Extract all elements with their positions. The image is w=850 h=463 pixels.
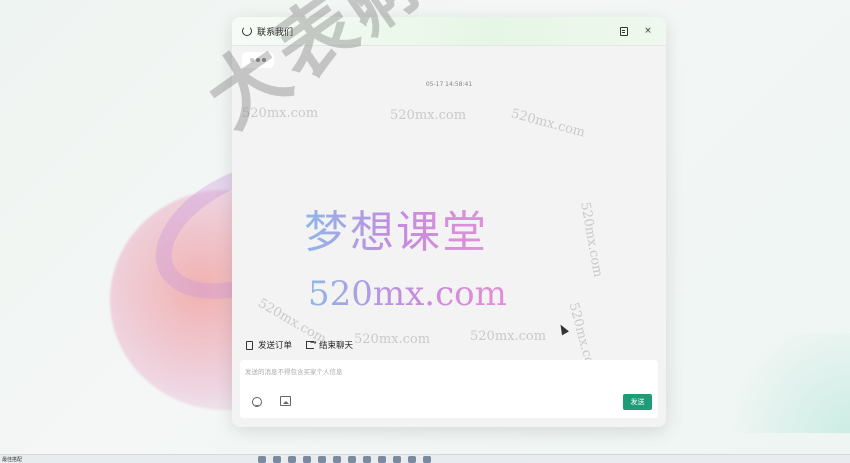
taskbar-app-icon[interactable]: [408, 456, 416, 463]
message-input-box: 发送: [240, 360, 658, 418]
taskbar-icons: [258, 456, 431, 463]
taskbar-app-icon[interactable]: [348, 456, 356, 463]
taskbar: 最佳搭配: [0, 454, 850, 463]
start-menu-icon[interactable]: [258, 456, 266, 463]
end-chat-label: 结束聊天: [319, 341, 354, 351]
taskbar-app-icon[interactable]: [393, 456, 401, 463]
background-corner-glow: [710, 333, 850, 433]
message-input[interactable]: [245, 365, 645, 379]
taskbar-app-icon[interactable]: [363, 456, 371, 463]
watermark-text: 520mx.com: [354, 332, 431, 347]
taskbar-app-icon[interactable]: [318, 456, 326, 463]
exit-icon: [306, 338, 317, 349]
image-upload-icon[interactable]: [280, 396, 291, 406]
document-icon: [246, 340, 253, 350]
taskbar-app-icon[interactable]: [273, 456, 281, 463]
taskbar-app-icon[interactable]: [333, 456, 341, 463]
brand-watermark-url: 520mx.com: [308, 274, 507, 314]
taskbar-app-icon[interactable]: [303, 456, 311, 463]
send-button[interactable]: 发送: [623, 394, 652, 410]
taskbar-app-icon[interactable]: [288, 456, 296, 463]
end-chat-button[interactable]: 结束聊天: [306, 338, 354, 351]
watermark-text: 520mx.com: [577, 201, 606, 279]
send-order-button[interactable]: 发送订单: [246, 339, 292, 351]
taskbar-label: 最佳搭配: [2, 456, 23, 463]
chat-toolbar: 发送订单 结束聊天: [232, 336, 353, 354]
send-order-label: 发送订单: [258, 341, 293, 351]
emoji-icon[interactable]: [252, 397, 262, 407]
taskbar-app-icon[interactable]: [378, 456, 386, 463]
taskbar-app-icon[interactable]: [423, 456, 431, 463]
watermark-text: 520mx.com: [470, 329, 547, 344]
